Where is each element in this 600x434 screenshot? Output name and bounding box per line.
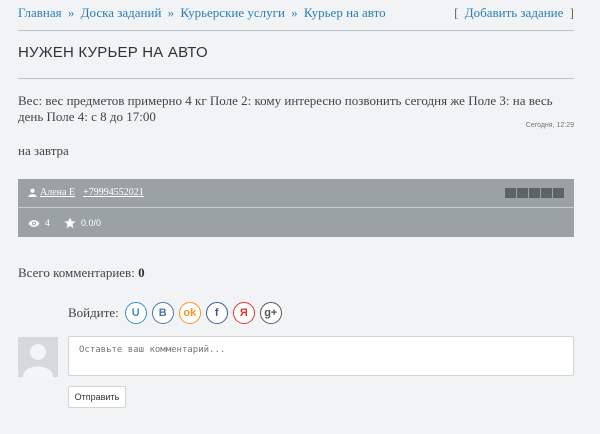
add-task-bracket-open: [ bbox=[454, 5, 459, 20]
divider bbox=[18, 30, 574, 31]
breadcrumb: Главная » Доска заданий » Курьерские усл… bbox=[18, 5, 574, 21]
breadcrumb-home[interactable]: Главная bbox=[18, 5, 62, 20]
rating-score: 0.0/0 bbox=[81, 218, 102, 228]
page-title: НУЖЕН КУРЬЕР НА АВТО bbox=[18, 44, 208, 61]
google-plus-icon[interactable]: g+ bbox=[259, 302, 282, 324]
task-stats: 4 0.0/0 bbox=[28, 217, 101, 229]
odnoklassniki-icon[interactable]: ok bbox=[178, 302, 201, 324]
breadcrumb-task-board[interactable]: Доска заданий bbox=[81, 5, 162, 20]
breadcrumb-courier-services[interactable]: Курьерские услуги bbox=[180, 5, 285, 20]
breadcrumb-separator: » bbox=[67, 5, 75, 20]
comments-count: Всего комментариев: 0 bbox=[18, 265, 145, 281]
comments-count-label: Всего комментариев: bbox=[18, 265, 135, 280]
comment-input[interactable] bbox=[68, 336, 574, 376]
rating-star-icon[interactable] bbox=[517, 188, 528, 198]
breadcrumb-courier-by-car[interactable]: Курьер на авто bbox=[304, 5, 386, 20]
add-task-link[interactable]: Добавить задание bbox=[465, 5, 564, 20]
add-task: [ Добавить задание ] bbox=[454, 5, 574, 21]
author-block: Алена Е +79994552021 bbox=[28, 187, 144, 198]
social-login: Войдите: U B ok f Я g+ bbox=[68, 302, 287, 324]
rating-star-icon[interactable] bbox=[505, 188, 516, 198]
avatar bbox=[18, 337, 58, 377]
rating-star-icon[interactable] bbox=[553, 188, 564, 198]
yandex-icon[interactable]: Я bbox=[232, 302, 255, 324]
task-when: на завтра bbox=[18, 143, 69, 158]
author-link[interactable]: Алена Е bbox=[40, 187, 75, 198]
login-label: Войдите: bbox=[68, 305, 119, 320]
task-info-bar: Алена Е +79994552021 4 0.0/0 bbox=[18, 179, 574, 237]
submit-comment-button[interactable]: Отправить bbox=[68, 386, 126, 408]
facebook-icon[interactable]: f bbox=[205, 302, 228, 324]
breadcrumb-separator: » bbox=[291, 5, 298, 20]
eye-icon bbox=[28, 219, 40, 227]
phone-link[interactable]: +79994552021 bbox=[83, 187, 144, 198]
vk-icon[interactable]: B bbox=[151, 302, 174, 324]
rating-star-icon[interactable] bbox=[529, 188, 540, 198]
divider bbox=[18, 78, 574, 79]
task-description: Вес: вес предметов примерно 4 кг Поле 2:… bbox=[18, 93, 553, 124]
add-task-bracket-close: ] bbox=[569, 5, 574, 20]
breadcrumb-separator: » bbox=[167, 5, 175, 20]
comments-count-value: 0 bbox=[138, 265, 145, 280]
user-icon bbox=[28, 188, 37, 197]
views-count: 4 bbox=[45, 218, 51, 228]
rating-stars[interactable] bbox=[505, 188, 564, 198]
star-icon bbox=[64, 217, 76, 229]
posted-time: Сегодня, 12:29 bbox=[525, 122, 574, 129]
ucoz-icon[interactable]: U bbox=[124, 302, 147, 324]
avatar-placeholder-icon bbox=[23, 344, 53, 377]
rating-star-icon[interactable] bbox=[541, 188, 552, 198]
task-info-top: Алена Е +79994552021 bbox=[18, 179, 574, 208]
